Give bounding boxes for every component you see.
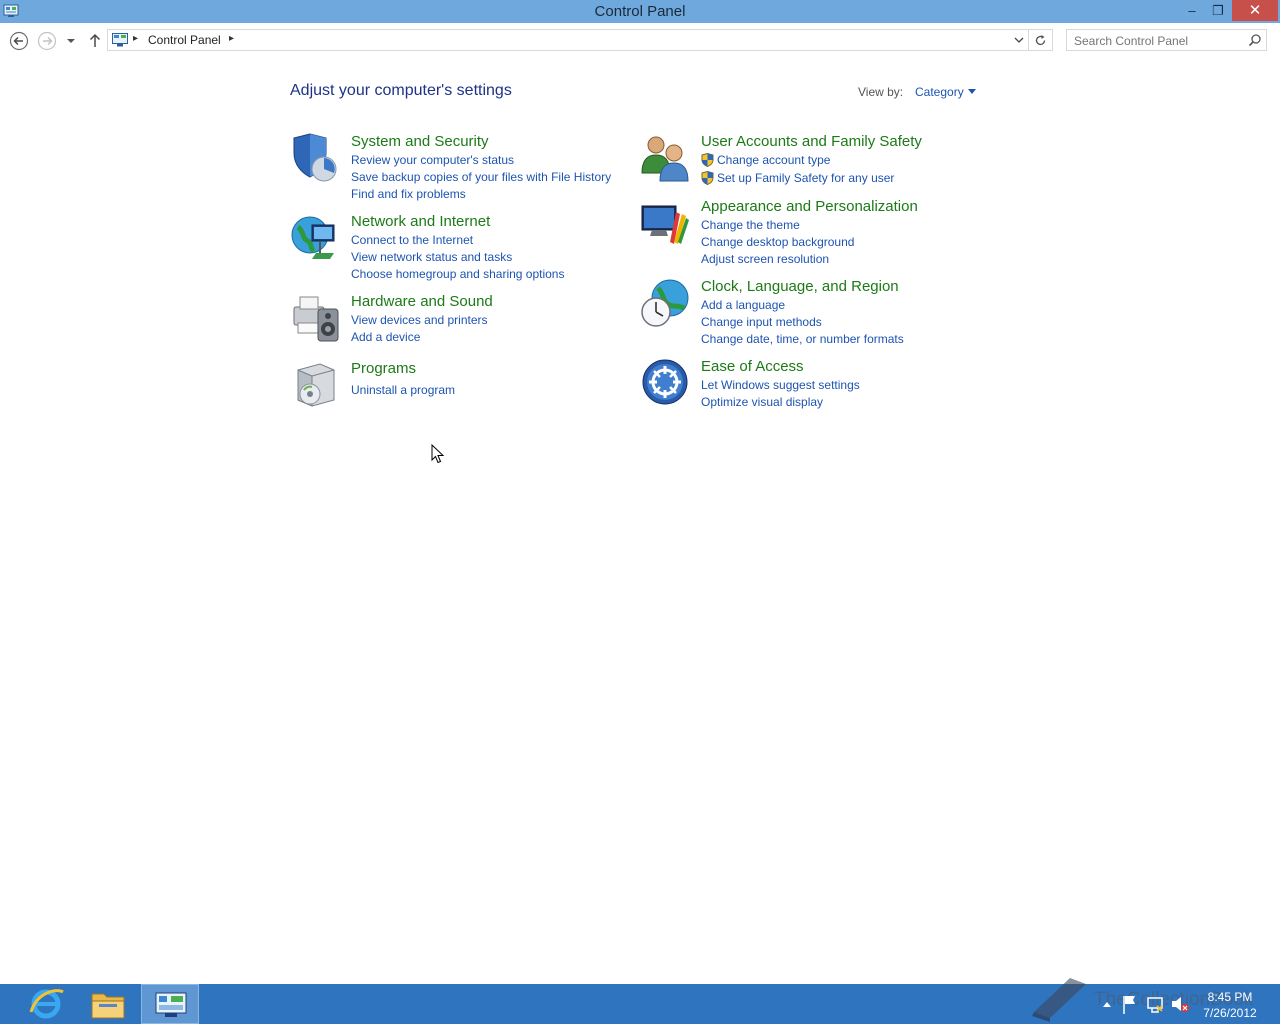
- control-panel-icon: [155, 992, 187, 1017]
- category-link[interactable]: Choose homegroup and sharing options: [351, 267, 564, 281]
- category-heading[interactable]: Network and Internet: [351, 213, 490, 230]
- category-heading[interactable]: System and Security: [351, 133, 489, 150]
- search-icon[interactable]: [1248, 33, 1262, 47]
- category-link[interactable]: Save backup copies of your files with Fi…: [351, 170, 611, 184]
- clock-date[interactable]: 7/26/2012: [1200, 1006, 1260, 1020]
- view-by-caret-icon[interactable]: [968, 89, 976, 94]
- recent-locations-chevron-icon[interactable]: [63, 31, 79, 51]
- network-globe-icon: [291, 216, 335, 259]
- category-link[interactable]: View network status and tasks: [351, 250, 512, 264]
- search-input[interactable]: [1067, 30, 1251, 52]
- breadcrumb-separator[interactable]: ▸: [229, 33, 234, 44]
- category-link[interactable]: Optimize visual display: [701, 395, 823, 409]
- category-link[interactable]: Find and fix problems: [351, 187, 466, 201]
- category-link[interactable]: Uninstall a program: [351, 383, 455, 397]
- category-heading[interactable]: User Accounts and Family Safety: [701, 133, 922, 150]
- page-title: Adjust your computer's settings: [290, 82, 512, 99]
- ease-of-access-icon: [642, 359, 688, 405]
- category-link[interactable]: Add a language: [701, 298, 785, 312]
- category-link[interactable]: Change date, time, or number formats: [701, 332, 904, 346]
- clock-globe-icon: [641, 279, 689, 327]
- view-by-label: View by:: [858, 85, 904, 99]
- taskbar-file-explorer[interactable]: [79, 984, 137, 1024]
- category-link[interactable]: View devices and printers: [351, 313, 488, 327]
- category-link[interactable]: Set up Family Safety for any user: [717, 171, 894, 185]
- category-link[interactable]: Adjust screen resolution: [701, 252, 829, 266]
- category-heading[interactable]: Ease of Access: [701, 358, 804, 375]
- users-icon: [641, 136, 689, 182]
- breadcrumb-separator[interactable]: ▸: [133, 33, 138, 44]
- programs-box-icon: [297, 363, 335, 407]
- taskbar-internet-explorer[interactable]: [17, 984, 75, 1024]
- category-heading[interactable]: Clock, Language, and Region: [701, 278, 899, 295]
- forward-arrow-icon[interactable]: [37, 31, 57, 51]
- window-title: Control Panel: [594, 3, 686, 20]
- volume-muted-icon[interactable]: [1170, 984, 1190, 1024]
- address-dropdown-chevron-icon[interactable]: [1014, 33, 1024, 47]
- breadcrumb-control-panel[interactable]: Control Panel: [148, 33, 221, 47]
- category-link[interactable]: Change the theme: [701, 218, 800, 232]
- printer-speaker-icon: [293, 296, 339, 342]
- restore-button[interactable]: ❐: [1206, 0, 1230, 21]
- search-box[interactable]: [1066, 29, 1267, 52]
- category-link[interactable]: Connect to the Internet: [351, 233, 473, 247]
- category-link[interactable]: Review your computer's status: [351, 153, 514, 167]
- category-link[interactable]: Add a device: [351, 330, 420, 344]
- mouse-cursor-icon: [431, 444, 445, 464]
- minimize-button[interactable]: –: [1180, 0, 1204, 21]
- up-arrow-icon[interactable]: [85, 31, 105, 51]
- category-heading[interactable]: Programs: [351, 360, 416, 377]
- category-link[interactable]: Change desktop background: [701, 235, 854, 249]
- uac-shield-icon: [701, 153, 714, 167]
- category-link[interactable]: Change input methods: [701, 315, 822, 329]
- folder-icon: [91, 993, 125, 1019]
- category-heading[interactable]: Appearance and Personalization: [701, 198, 918, 215]
- back-arrow-icon[interactable]: [9, 31, 29, 51]
- close-button[interactable]: ✕: [1232, 0, 1278, 21]
- show-hidden-icons-chevron-icon[interactable]: [1100, 984, 1114, 1024]
- view-by-dropdown[interactable]: Category: [915, 85, 964, 99]
- internet-explorer-icon: [29, 989, 64, 1019]
- clock-time[interactable]: 8:45 PM: [1200, 990, 1260, 1004]
- taskbar-control-panel[interactable]: [141, 984, 199, 1024]
- action-center-flag-icon[interactable]: [1120, 984, 1140, 1024]
- refresh-button[interactable]: [1029, 29, 1053, 51]
- category-link[interactable]: Let Windows suggest settings: [701, 378, 860, 392]
- monitor-palette-icon: [641, 205, 689, 244]
- network-icon[interactable]: [1145, 984, 1165, 1024]
- category-link[interactable]: Change account type: [717, 153, 830, 167]
- uac-shield-icon: [701, 171, 714, 185]
- title-bar[interactable]: Control Panel – ❐ ✕: [0, 0, 1280, 23]
- shield-icon: [293, 133, 337, 182]
- refresh-icon: [1035, 35, 1046, 46]
- category-heading[interactable]: Hardware and Sound: [351, 293, 493, 310]
- book-watermark-icon: [1032, 978, 1086, 1022]
- address-bar[interactable]: ▸ Control Panel ▸: [107, 29, 1029, 51]
- control-panel-crumb-icon: [112, 33, 128, 47]
